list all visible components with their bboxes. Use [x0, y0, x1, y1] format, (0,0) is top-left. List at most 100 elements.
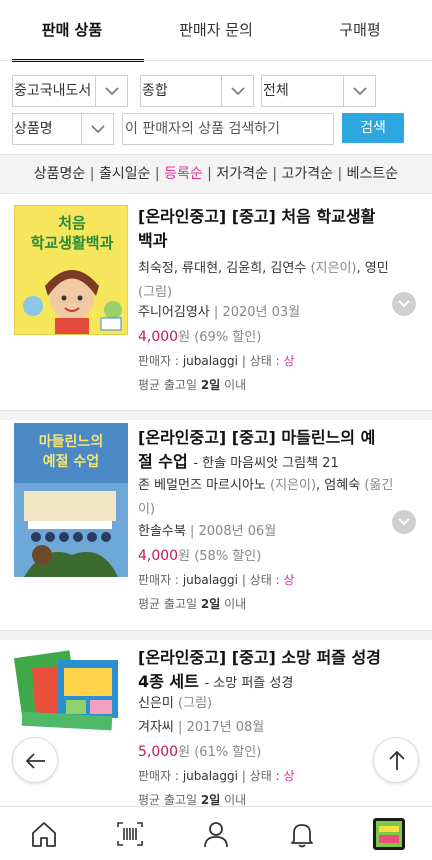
sort-option-best[interactable]: 베스트순 — [347, 166, 399, 182]
item-divider — [0, 630, 432, 640]
tab-seller-inquiry[interactable]: 판매자 문의 — [144, 0, 288, 62]
search-input[interactable]: 이 판매자의 상품 검색하기 — [122, 113, 334, 145]
sort-option-low-price[interactable]: 저가격순 — [216, 166, 268, 182]
category-select-value: 중고국내도서 — [14, 83, 92, 99]
scroll-top-button[interactable] — [373, 737, 419, 783]
expand-chevron-icon[interactable] — [392, 292, 416, 316]
product-seller: 판매자 : jubalaggi | 상태 : 상 — [138, 568, 394, 592]
discount-rate: (58% 할인) — [194, 549, 262, 564]
product-item[interactable]: [온라인중고] [중고] 소망 퍼즐 성경 4종 세트 - 소망 퍼즐 성경 신… — [0, 640, 432, 806]
seller-name[interactable]: jubalaggi — [183, 769, 238, 783]
product-seller: 판매자 : jubalaggi | 상태 : 상 — [138, 764, 394, 788]
sort-options-bar: 상품명순 | 출시일순 | 등록순 | 저가격순 | 고가격순 | 베스트순 — [0, 154, 432, 194]
tab-bar: 판매 상품 판매자 문의 구매평 — [0, 0, 432, 62]
sort-option-high-price[interactable]: 고가격순 — [282, 166, 334, 182]
product-publisher: 겨자씨 | 2017년 08월 — [138, 720, 265, 735]
price-unit: 원 — [178, 549, 191, 564]
expand-chevron-icon[interactable] — [392, 510, 416, 534]
condition-value: 상 — [283, 573, 295, 587]
publisher-name[interactable]: 한솔수북 — [138, 524, 186, 539]
bottom-navigation — [0, 806, 432, 860]
book-thumbnail-icon[interactable] — [373, 818, 405, 850]
search-field-select-value: 상품명 — [14, 121, 53, 137]
publisher-name[interactable]: 주니어김영사 — [138, 305, 210, 320]
author-role: (그림) — [178, 696, 213, 711]
book-cover-image[interactable]: 마들린느의 예절 수업 — [14, 423, 128, 577]
search-field-select[interactable]: 상품명 — [12, 113, 114, 145]
chevron-down-icon — [221, 76, 253, 106]
series-name[interactable]: - 한솔 마음씨앗 그림책 21 — [193, 456, 338, 471]
author-role-2: (그림) — [138, 285, 173, 300]
book-cover-image[interactable] — [14, 640, 128, 736]
shipping-label: 평균 출고일 — [138, 378, 198, 392]
chevron-down-icon — [95, 76, 127, 106]
category-select[interactable]: 중고국내도서 — [12, 75, 128, 107]
condition-value: 상 — [283, 769, 295, 783]
sort-option-registered[interactable]: 등록순 — [164, 166, 203, 182]
shipping-label: 평균 출고일 — [138, 793, 198, 806]
search-button[interactable]: 검색 — [342, 113, 404, 143]
price-unit: 원 — [178, 745, 191, 760]
chevron-down-icon — [81, 114, 113, 144]
range-select[interactable]: 전체 — [261, 75, 376, 107]
user-icon[interactable] — [201, 819, 231, 849]
product-authors: 최숙정, 류대현, 김윤희, 김연수 (지은이), 영민 (그림) — [138, 257, 394, 305]
seller-name[interactable]: jubalaggi — [183, 573, 238, 587]
product-price: 4,000원 (69% 할인) — [138, 325, 394, 350]
author-names[interactable]: 존 베멀먼즈 마르시아노 — [138, 478, 266, 493]
series-name[interactable]: - 소망 퍼즐 성경 — [204, 676, 293, 691]
cover-title-line-1: 처음 — [58, 214, 86, 232]
cover-title-line-2: 학교생활백과 — [30, 234, 114, 252]
shipping-info: 평균 출고일 2일 이내 — [138, 373, 394, 397]
sort-type-select[interactable]: 종합 — [140, 75, 254, 107]
range-select-value: 전체 — [263, 83, 289, 99]
publish-date: 2008년 06월 — [198, 524, 277, 539]
author-names-2[interactable]: , 영민 — [357, 261, 389, 276]
cover-title-line-2: 예절 수업 — [42, 454, 100, 470]
price-value: 4,000 — [138, 548, 179, 564]
tab-divider — [0, 60, 432, 61]
back-button[interactable] — [12, 737, 58, 783]
shipping-days: 2일 — [200, 793, 221, 806]
seller-label: 판매자 : — [138, 354, 179, 368]
home-icon[interactable] — [29, 819, 59, 849]
product-item[interactable]: 처음 학교생활백과 [온라인중고] [중고] 처음 학교생활백과 최숙정, 류대… — [0, 195, 432, 410]
product-authors: 신은미 (그림) — [138, 692, 394, 716]
author-role: (지은이) — [310, 261, 357, 276]
author-role: (지은이) — [270, 478, 317, 493]
shipping-label: 평균 출고일 — [138, 597, 198, 611]
tab-products[interactable]: 판매 상품 — [0, 0, 144, 62]
product-title[interactable]: [온라인중고] [중고] 마들린느의 예절 수업 - 한솔 마음씨앗 그림책 2… — [138, 426, 390, 476]
author-names[interactable]: 신은미 — [138, 696, 174, 711]
discount-rate: (61% 할인) — [194, 745, 262, 760]
item-divider — [0, 410, 432, 420]
product-title-text[interactable]: [온라인중고] [중고] 처음 학교생활백과 — [138, 207, 375, 250]
cover-title-line-1: 마들린느의 — [38, 434, 104, 450]
sort-type-select-value: 종합 — [142, 83, 168, 99]
shipping-days: 2일 — [200, 378, 221, 392]
condition-label: | 상태 : — [241, 573, 280, 587]
shipping-days: 2일 — [200, 597, 221, 611]
barcode-icon[interactable] — [115, 819, 145, 849]
author-names[interactable]: 최숙정, 류대현, 김윤희, 김연수 — [138, 261, 306, 276]
chevron-down-icon — [343, 76, 375, 106]
seller-name[interactable]: jubalaggi — [183, 354, 238, 368]
product-title[interactable]: [온라인중고] [중고] 처음 학교생활백과 — [138, 205, 390, 253]
bell-icon[interactable] — [287, 819, 317, 849]
seller-label: 판매자 : — [138, 769, 179, 783]
product-price: 5,000원 (61% 할인) — [138, 740, 394, 765]
sort-option-release[interactable]: 출시일순 — [99, 166, 151, 182]
tab-reviews[interactable]: 구매평 — [288, 0, 432, 62]
condition-value: 상 — [283, 354, 295, 368]
book-cover-image[interactable]: 처음 학교생활백과 — [14, 205, 128, 335]
product-title[interactable]: [온라인중고] [중고] 소망 퍼즐 성경 4종 세트 - 소망 퍼즐 성경 — [138, 646, 390, 696]
shipping-suffix: 이내 — [224, 793, 247, 806]
condition-label: | 상태 : — [241, 769, 280, 783]
seller-label: 판매자 : — [138, 573, 179, 587]
discount-rate: (69% 할인) — [194, 330, 262, 345]
author-names-2[interactable]: , 엄혜숙 — [316, 478, 360, 493]
product-item[interactable]: 마들린느의 예절 수업 [온라인중고] [중고] 마들린느의 예절 수업 - 한… — [0, 420, 432, 630]
sort-option-name[interactable]: 상품명순 — [34, 166, 86, 182]
publish-date: 2017년 08월 — [186, 720, 265, 735]
publisher-name[interactable]: 겨자씨 — [138, 720, 174, 735]
